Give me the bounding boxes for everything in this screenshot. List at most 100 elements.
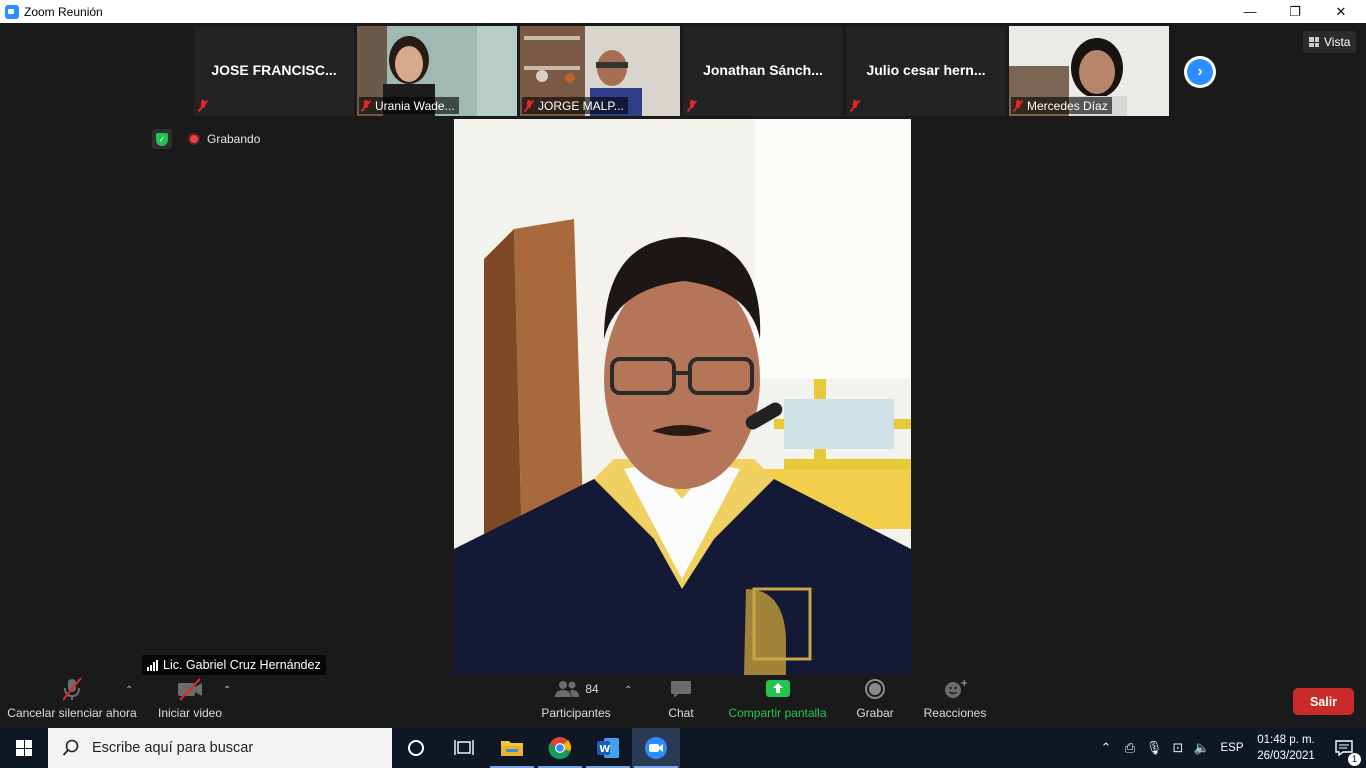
show-hidden-icons-chevron-icon[interactable]: ⌃ (1094, 740, 1118, 756)
cortana-button[interactable] (392, 728, 440, 768)
audio-options-caret[interactable]: ⌃ (125, 685, 133, 696)
participants-label: Participantes (541, 706, 611, 720)
clock-date: 26/03/2021 (1257, 750, 1315, 762)
participant-tile[interactable]: Jonathan Sánch... (683, 26, 843, 116)
security-shield-icon[interactable]: ✓ (152, 129, 172, 149)
mic-muted-icon (850, 99, 860, 112)
word-button[interactable]: W (584, 728, 632, 768)
svg-text:W: W (599, 744, 610, 755)
word-icon: W (597, 738, 619, 758)
participants-count: 84 (585, 682, 599, 696)
cortana-circle-icon (408, 740, 424, 756)
participant-label: Urania Wade... (359, 97, 459, 114)
signal-strength-icon (147, 659, 158, 671)
mic-muted-icon (361, 99, 371, 112)
folder-icon (501, 741, 523, 756)
microphone-muted-icon (62, 677, 82, 701)
grid-view-icon (1309, 37, 1319, 47)
video-options-caret[interactable]: ⌃ (223, 685, 231, 696)
search-icon (62, 739, 79, 756)
record-label: Grabar (856, 706, 894, 720)
mic-muted-icon (687, 99, 697, 112)
share-screen-icon (765, 680, 790, 697)
taskbar-clock[interactable]: 01:48 p. m. 26/03/2021 (1250, 732, 1322, 764)
participant-name: Jonathan Sánch... (703, 62, 823, 78)
start-video-label: Iniciar video (157, 706, 223, 720)
participant-tile[interactable]: Julio cesar hern... (846, 26, 1006, 116)
participants-options-caret[interactable]: ⌃ (624, 685, 632, 696)
clock-time: 01:48 p. m. (1257, 734, 1315, 746)
title-bar: Zoom Reunión — ❐ ✕ (0, 0, 1366, 23)
participant-name: Julio cesar hern... (866, 62, 986, 78)
share-screen-button[interactable]: Compartir pantalla (727, 675, 828, 728)
active-speaker-name: Lic. Gabriel Cruz Hernández (142, 655, 326, 675)
thumbnail-strip: JOSE FRANCISC... Urania Wade... JORGE MA… (194, 26, 1169, 116)
participant-tile[interactable]: JOSE FRANCISC... (194, 26, 354, 116)
record-icon (865, 679, 885, 699)
participants-icon (555, 681, 580, 697)
start-video-button[interactable]: Iniciar video (156, 675, 224, 728)
volume-icon[interactable]: 🔈 (1190, 740, 1214, 756)
taskbar-search-box[interactable]: Escribe aquí para buscar (48, 728, 392, 768)
microphone-icon[interactable]: 🎙 (1142, 740, 1166, 756)
meeting-area: JOSE FRANCISC... Urania Wade... JORGE MA… (0, 23, 1366, 728)
chat-bubble-icon (671, 681, 691, 698)
participant-name: JOSE FRANCISC... (211, 62, 337, 78)
share-screen-label: Compartir pantalla (728, 706, 827, 720)
system-tray: ⌃ ⎙ 🎙 ⊡ 🔈 ESP 01:48 p. m. 26/03/2021 1 (1094, 728, 1366, 768)
chat-label: Chat (668, 706, 694, 720)
recording-label: Grabando (207, 132, 261, 146)
reactions-button[interactable]: + Reacciones (922, 675, 988, 728)
chat-button[interactable]: Chat (660, 675, 702, 728)
unmute-label: Cancelar silenciar ahora (7, 706, 137, 720)
next-page-button[interactable]: › (1184, 56, 1216, 88)
mic-muted-icon (1013, 99, 1023, 112)
file-explorer-button[interactable] (488, 728, 536, 768)
active-speaker-video (454, 119, 911, 675)
video-camera-off-icon (178, 678, 202, 701)
task-view-icon (454, 740, 474, 755)
participant-tile[interactable]: Mercedes Díaz (1009, 26, 1169, 116)
task-view-button[interactable] (440, 728, 488, 768)
start-button[interactable] (0, 728, 48, 768)
recording-indicator[interactable]: Grabando (184, 128, 268, 150)
reactions-label: Reacciones (923, 706, 987, 720)
participant-label (685, 97, 705, 114)
zoom-icon (645, 737, 667, 759)
participant-label: JORGE MALP... (522, 97, 628, 114)
participant-label: Mercedes Díaz (1011, 97, 1112, 114)
leave-meeting-button[interactable]: Salir (1293, 688, 1354, 715)
camera-in-use-icon[interactable]: ⎙ (1118, 740, 1142, 756)
window-title: Zoom Reunión (24, 4, 103, 19)
participants-button[interactable]: 84 Participantes (540, 675, 612, 728)
zoom-taskbar-button[interactable] (632, 728, 680, 768)
svg-text:+: + (960, 678, 967, 689)
chrome-button[interactable] (536, 728, 584, 768)
notification-count-badge: 1 (1348, 753, 1361, 766)
windows-taskbar: Escribe aquí para buscar W ⌃ ⎙ 🎙 ⊡ 🔈 ESP… (0, 728, 1366, 768)
view-button[interactable]: Vista (1303, 31, 1357, 53)
windows-logo-icon (16, 740, 32, 756)
action-center-button[interactable]: 1 (1322, 740, 1366, 766)
close-button[interactable]: ✕ (1318, 0, 1364, 23)
view-button-label: Vista (1324, 35, 1351, 49)
record-button[interactable]: Grabar (852, 675, 898, 728)
network-icon[interactable]: ⊡ (1166, 740, 1190, 756)
participant-tile[interactable]: Urania Wade... (357, 26, 517, 116)
meeting-toolbar: Cancelar silenciar ahora ⌃ Iniciar video… (0, 675, 1366, 728)
mic-muted-icon (524, 99, 534, 112)
chevron-right-icon: › (1187, 59, 1213, 85)
unmute-button[interactable]: Cancelar silenciar ahora (7, 675, 137, 728)
participant-label (848, 97, 868, 114)
search-placeholder: Escribe aquí para buscar (92, 740, 254, 756)
restore-button[interactable]: ❐ (1272, 0, 1318, 23)
minimize-button[interactable]: — (1227, 0, 1273, 23)
recording-dot-icon (188, 133, 200, 145)
zoom-app-icon (5, 4, 19, 19)
reactions-smiley-icon: + (945, 678, 967, 698)
input-language[interactable]: ESP (1214, 742, 1250, 754)
participant-label (196, 97, 216, 114)
mic-muted-icon (198, 99, 208, 112)
participant-tile[interactable]: JORGE MALP... (520, 26, 680, 116)
chrome-icon (548, 737, 572, 760)
